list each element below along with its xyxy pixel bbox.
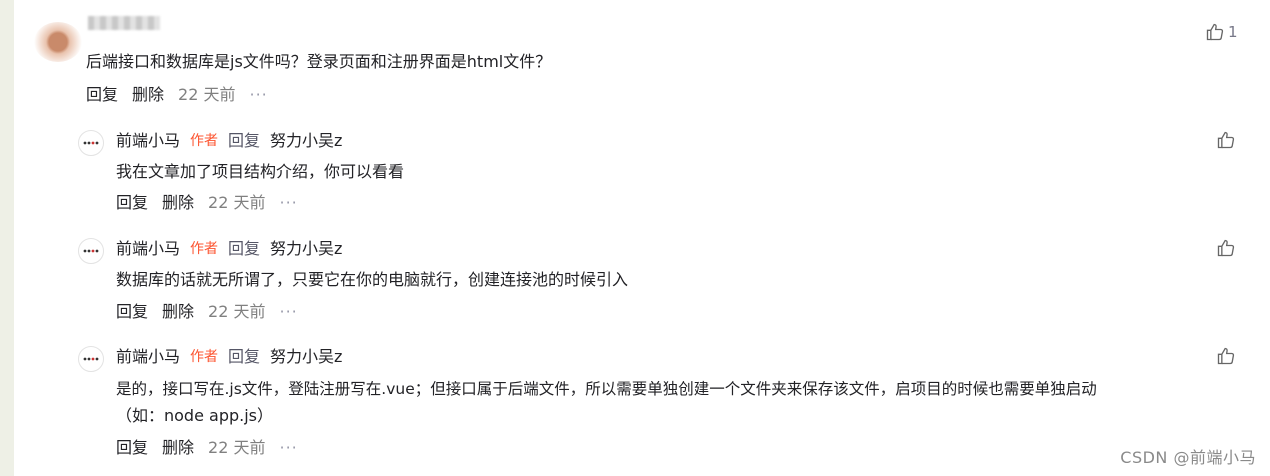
timestamp: 22 天前 [208,438,266,457]
delete-button[interactable]: 删除 [162,301,194,323]
more-dots-icon[interactable]: ··· [279,301,297,323]
author-badge: 作者 [190,349,218,365]
csdn-watermark: CSDN @前端小马 [1120,448,1256,467]
reply-text: 数据库的话就无所谓了，只要它在你的电脑就行，创建连接池的时候引入 [116,270,629,289]
author-name[interactable]: 前端小马 [116,346,180,368]
delete-button[interactable]: 删除 [132,84,164,106]
avatar[interactable] [78,238,104,264]
comment-actions: 回复 删除 22 天前 ··· [86,84,268,106]
thumbs-up-icon [1217,239,1235,257]
reply-text-line2: （如：node app.js） [116,406,274,425]
delete-button[interactable]: 删除 [162,192,194,214]
left-edge-strip [0,0,14,476]
like-button[interactable] [1216,130,1236,150]
reply-actions: 回复 删除 22 天前 ··· [116,437,298,459]
reply-actions: 回复 删除 22 天前 ··· [116,301,298,323]
more-dots-icon[interactable]: ··· [279,192,297,214]
timestamp: 22 天前 [208,193,266,212]
timestamp: 22 天前 [178,85,236,104]
reply-text: 我在文章加了项目结构介绍，你可以看看 [116,162,405,181]
avatar[interactable] [34,22,82,62]
comment-text: 后端接口和数据库是js文件吗？登录页面和注册界面是html文件？ [86,52,552,71]
reply-word: 回复 [228,131,261,150]
more-dots-icon[interactable]: ··· [279,437,297,459]
like-button[interactable]: 1 [1205,22,1238,42]
avatar[interactable] [78,346,104,372]
reply-button[interactable]: 回复 [116,192,148,214]
delete-button[interactable]: 删除 [162,437,194,459]
blurred-username [88,16,160,30]
reply-target-name[interactable]: 努力小吴z [270,130,342,152]
reply-target-name[interactable]: 努力小吴z [270,238,342,260]
reply-button[interactable]: 回复 [86,84,118,106]
author-badge: 作者 [190,241,218,257]
thumbs-up-icon [1217,131,1235,149]
like-button[interactable] [1216,346,1236,366]
author-badge: 作者 [190,133,218,149]
reply-word: 回复 [228,239,261,258]
avatar[interactable] [78,130,104,156]
reply-word: 回复 [228,347,261,366]
reply-button[interactable]: 回复 [116,437,148,459]
like-button[interactable] [1216,238,1236,258]
timestamp: 22 天前 [208,302,266,321]
thumbs-up-icon [1217,347,1235,365]
thumbs-up-icon [1206,23,1224,41]
reply-actions: 回复 删除 22 天前 ··· [116,192,298,214]
reply-target-name[interactable]: 努力小吴z [270,346,342,368]
more-dots-icon[interactable]: ··· [249,84,267,106]
author-name[interactable]: 前端小马 [116,130,180,152]
reply-text: 是的，接口写在.js文件，登陆注册写在.vue；但接口属于后端文件，所以需要单独… [116,380,1097,398]
reply-button[interactable]: 回复 [116,301,148,323]
like-count: 1 [1228,23,1238,41]
author-name[interactable]: 前端小马 [116,238,180,260]
